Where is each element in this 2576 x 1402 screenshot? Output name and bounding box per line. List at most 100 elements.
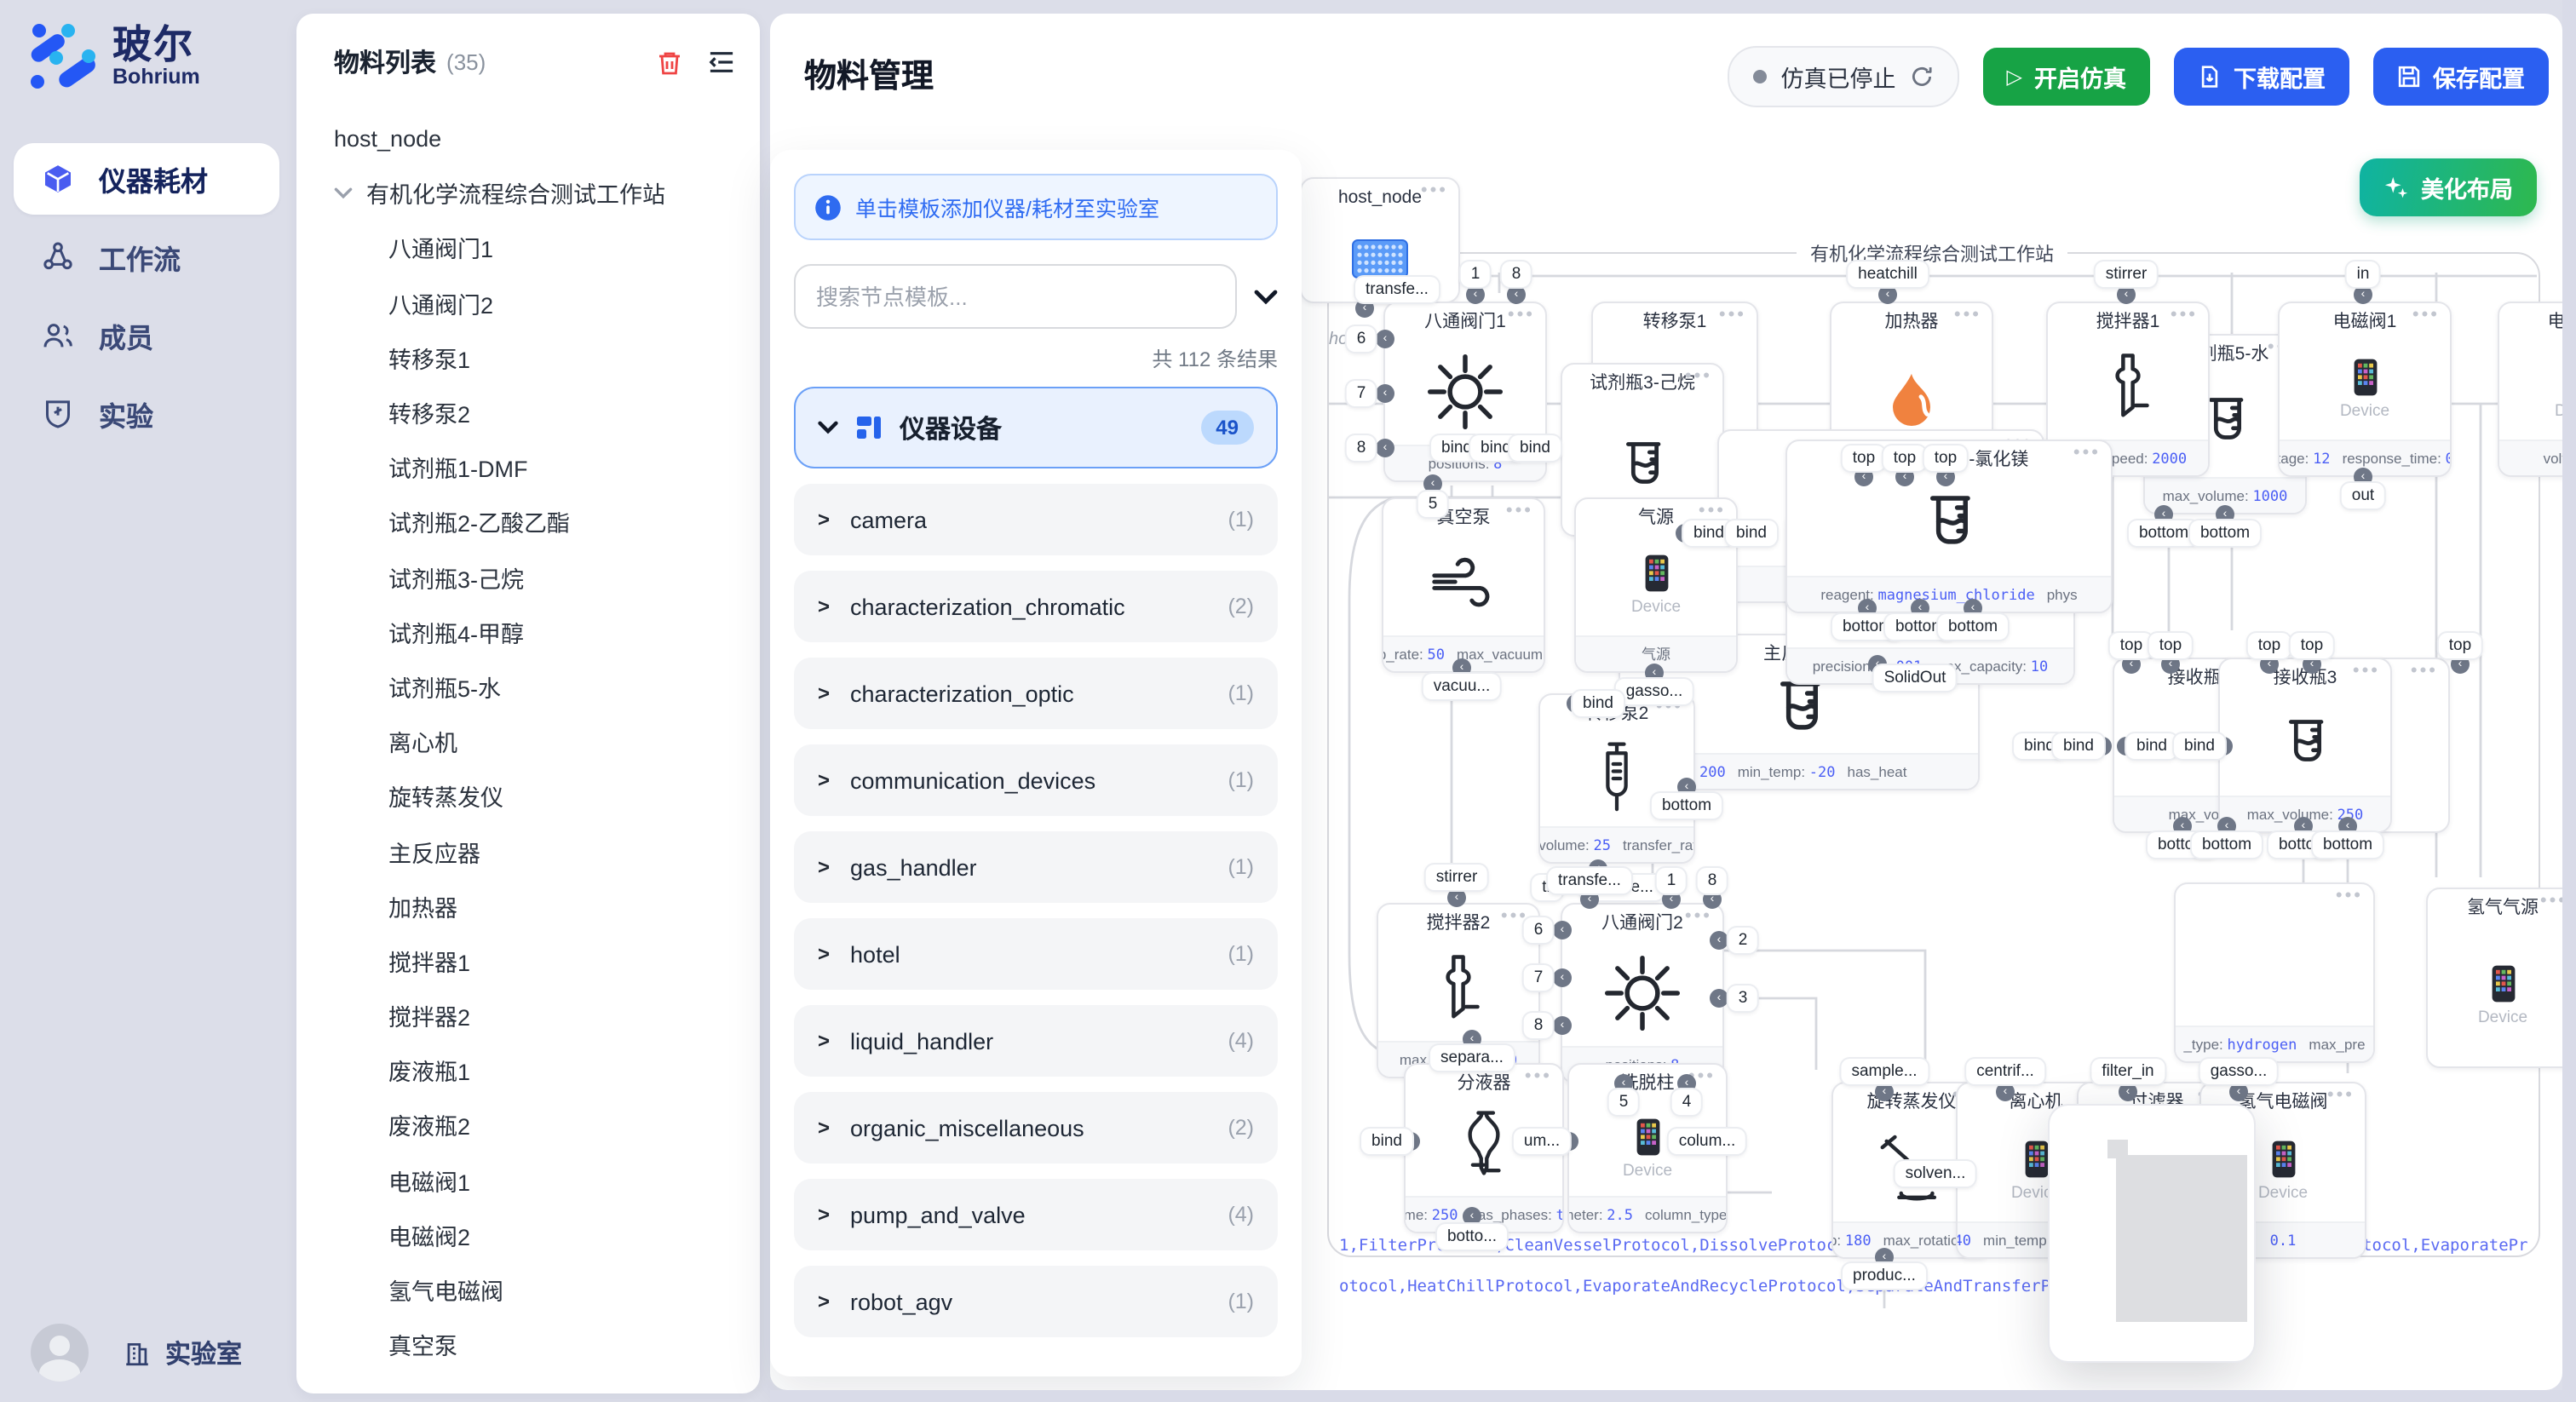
node-menu-icon[interactable]: ••• [1699, 501, 1726, 521]
tree-item[interactable]: 旋转蒸发仪 [296, 769, 760, 824]
port-handle-icon[interactable]: ‹ [1423, 474, 1442, 493]
category-row-hotel[interactable]: >hotel(1) [794, 918, 1278, 990]
port-handle-icon[interactable]: ‹ [1376, 384, 1394, 403]
node-menu-icon[interactable]: ••• [1421, 181, 1448, 201]
node-menu-icon[interactable]: ••• [2073, 443, 2101, 463]
category-row-pump_and_valve[interactable]: >pump_and_valve(4) [794, 1179, 1278, 1250]
tree-item[interactable]: 有机化学流程综合测试工作站 [296, 165, 760, 220]
port-handle-icon[interactable]: ‹ [1553, 1016, 1572, 1035]
tree-item[interactable]: 氢气电磁阀 [296, 1262, 760, 1317]
canvas-node-电磁阀1[interactable]: 电磁阀1•••Devicevoltage: 12response_time: 0… [2278, 302, 2452, 477]
download-config-button[interactable]: 下载配置 [2174, 48, 2349, 106]
node-menu-icon[interactable]: ••• [1685, 366, 1712, 387]
port-handle-icon[interactable]: ‹ [1507, 285, 1526, 304]
category-group-equipment[interactable]: 仪器设备 49 [794, 387, 1278, 468]
category-row-organic_miscellaneous[interactable]: >organic_miscellaneous(2) [794, 1092, 1278, 1164]
node-menu-icon[interactable]: ••• [1506, 501, 1533, 521]
node-menu-icon[interactable]: ••• [2327, 1085, 2355, 1106]
tree-item[interactable]: 八通阀门1 [296, 221, 760, 275]
save-config-button[interactable]: 保存配置 [2373, 48, 2549, 106]
node-menu-icon[interactable]: ••• [1508, 305, 1535, 325]
port-handle-icon[interactable]: ‹ [2229, 1083, 2248, 1101]
tree-item[interactable]: 试剂瓶5-水 [296, 659, 760, 714]
category-row-liquid_handler[interactable]: >liquid_handler(4) [794, 1005, 1278, 1077]
canvas-node-八通阀门2[interactable]: 八通阀门2•••positions: 8 [1561, 903, 1724, 1083]
tree-item[interactable]: 废液瓶2 [296, 1098, 760, 1152]
port-handle-icon[interactable]: ‹ [1878, 285, 1897, 304]
port-handle-icon[interactable]: ‹ [1376, 439, 1394, 457]
sidebar-item-experiments[interactable]: 实验 [14, 378, 279, 450]
tree-item[interactable]: 真空泵 [296, 1317, 760, 1371]
simulation-status-pill[interactable]: 仿真已停止 [1728, 46, 1959, 107]
chevron-right-icon: > [818, 942, 830, 966]
chevron-down-icon[interactable] [334, 187, 353, 199]
node-menu-icon[interactable]: ••• [2171, 305, 2198, 325]
port-handle-icon[interactable]: ‹ [1463, 1207, 1481, 1226]
tree-item[interactable]: 转移泵2 [296, 385, 760, 440]
beautify-layout-button[interactable]: 美化布局 [2360, 158, 2537, 216]
port-handle-icon[interactable]: ‹ [1553, 921, 1572, 939]
tree-item[interactable]: 试剂瓶3-己烷 [296, 549, 760, 604]
category-row-gas_handler[interactable]: >gas_handler(1) [794, 831, 1278, 903]
canvas-node-真空泵[interactable]: 真空泵•••pump_rate: 50max_vacuum: 0.1 [1382, 497, 1545, 673]
brand-logo[interactable]: 玻尔 Bohrium [27, 20, 200, 92]
sidebar-item-workflow[interactable]: 工作流 [14, 221, 279, 293]
tree-item[interactable]: 电磁阀1 [296, 1152, 760, 1207]
tree-item[interactable]: 试剂瓶4-甲醇 [296, 604, 760, 658]
category-row-robot_agv[interactable]: >robot_agv(1) [794, 1266, 1278, 1337]
vertical-scrollbar[interactable] [2562, 0, 2576, 1402]
trash-icon[interactable] [656, 49, 683, 76]
node-menu-icon[interactable]: ••• [1954, 305, 1981, 325]
search-input[interactable] [794, 264, 1237, 329]
port-handle-icon[interactable]: ‹ [1710, 931, 1728, 950]
canvas-node-接收瓶3[interactable]: 接收瓶3•••max_volume: 250 [2218, 658, 2392, 833]
port-handle-icon[interactable]: ‹ [1875, 1083, 1894, 1101]
category-row-characterization_chromatic[interactable]: >characterization_chromatic(2) [794, 571, 1278, 642]
collapse-list-icon[interactable] [707, 49, 736, 75]
node-menu-icon[interactable]: ••• [1525, 1066, 1552, 1087]
canvas-node-blank-20[interactable]: •••_type: hydrogenmax_pre [2174, 882, 2375, 1063]
tree-item[interactable]: 试剂瓶2-乙酸乙酯 [296, 495, 760, 549]
port-handle-icon[interactable]: ‹ [2354, 285, 2372, 304]
port-handle-icon[interactable]: ‹ [1466, 285, 1485, 304]
chevron-down-icon[interactable] [1254, 289, 1278, 304]
node-menu-icon[interactable]: ••• [2336, 886, 2363, 906]
node-menu-icon[interactable]: ••• [1719, 305, 1746, 325]
port-handle-icon[interactable]: ‹ [1710, 989, 1728, 1008]
sidebar-item-lab[interactable]: 实验室 [123, 1335, 242, 1370]
node-menu-icon[interactable]: ••• [2411, 661, 2438, 681]
port-label-out: out [2342, 483, 2384, 509]
port-handle-icon[interactable]: ‹ [1447, 888, 1466, 907]
tree-item[interactable]: 加热器 [296, 878, 760, 933]
tree-item[interactable]: 搅拌器1 [296, 934, 760, 988]
port-handle-icon[interactable]: ‹ [1376, 330, 1394, 348]
category-row-characterization_optic[interactable]: >characterization_optic(1) [794, 658, 1278, 729]
node-menu-icon[interactable]: ••• [1685, 906, 1712, 927]
port-handle-icon[interactable]: ‹ [2117, 285, 2136, 304]
category-row-camera[interactable]: >camera(1) [794, 484, 1278, 555]
node-menu-icon[interactable]: ••• [2353, 661, 2380, 681]
refresh-icon[interactable] [1910, 65, 1934, 89]
canvas-node-转移泵2[interactable]: 转移泵2•••max_volume: 25transfer_rate: 10 [1538, 693, 1695, 864]
tree-item[interactable]: 试剂瓶1-DMF [296, 440, 760, 494]
port-label-top: top [1843, 445, 1885, 471]
start-simulation-button[interactable]: ▷ 开启仿真 [1983, 48, 2150, 106]
sidebar-item-instruments[interactable]: 仪器耗材 [14, 143, 279, 215]
horizontal-scrollbar[interactable] [770, 1390, 2562, 1402]
tree-item[interactable]: host_node [296, 111, 760, 165]
sidebar-item-members[interactable]: 成员 [14, 300, 279, 371]
tree-item[interactable]: 转移泵1 [296, 330, 760, 385]
tree-item[interactable]: 电磁阀2 [296, 1208, 760, 1262]
port-handle-icon[interactable]: ‹ [1553, 968, 1572, 987]
tree-item[interactable]: 搅拌器2 [296, 988, 760, 1043]
canvas-node-氢气气源[interactable]: 氢气气源•••Device [2426, 888, 2576, 1068]
node-menu-icon[interactable]: ••• [2412, 305, 2440, 325]
tree-item[interactable]: 八通阀门2 [296, 275, 760, 330]
tree-item[interactable]: 废液瓶1 [296, 1043, 760, 1097]
tree-item[interactable]: 离心机 [296, 714, 760, 768]
tree-item[interactable]: 主反应器 [296, 824, 760, 878]
port-handle-icon[interactable]: ‹ [1996, 1083, 2015, 1101]
port-handle-icon[interactable]: ‹ [2119, 1083, 2137, 1101]
category-row-communication_devices[interactable]: >communication_devices(1) [794, 744, 1278, 816]
user-avatar[interactable] [31, 1324, 89, 1382]
